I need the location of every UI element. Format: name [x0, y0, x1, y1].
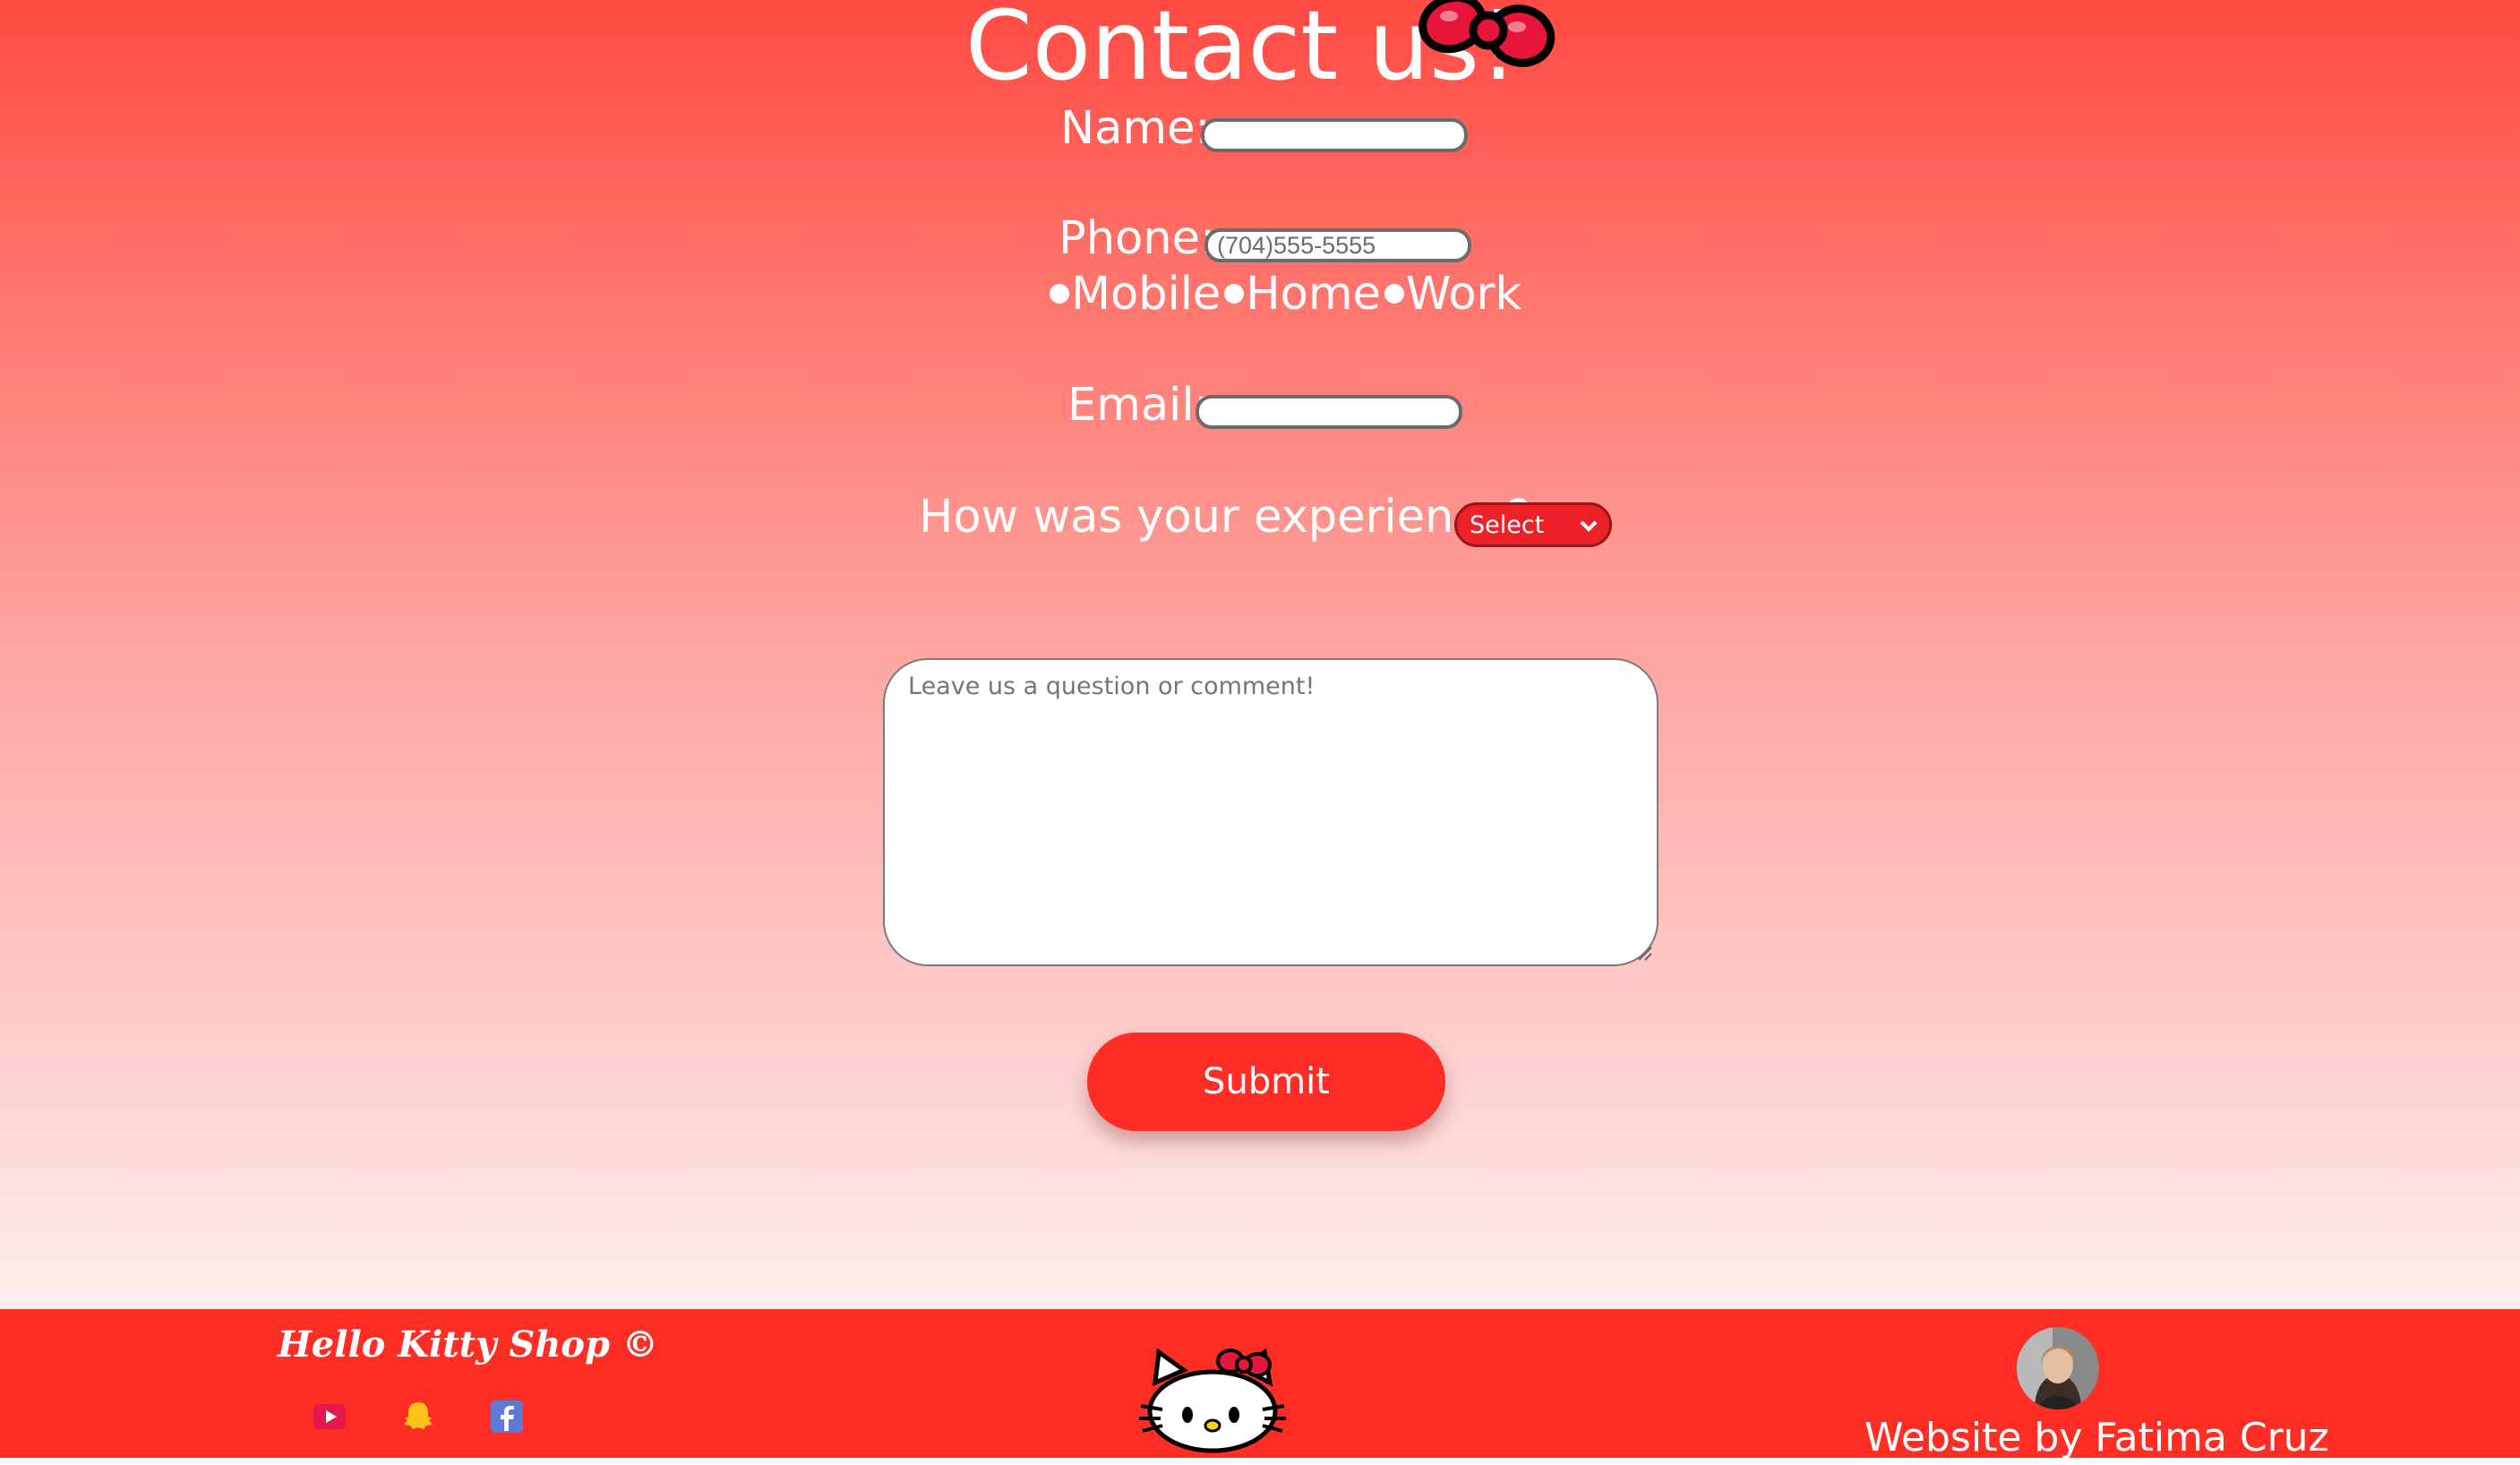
radio-work-label: Work [1405, 267, 1522, 321]
resize-handle-icon[interactable] [1637, 946, 1653, 962]
phone-label: Phone: [1059, 212, 1216, 265]
email-input[interactable] [1196, 395, 1462, 429]
comment-textarea[interactable] [883, 658, 1659, 966]
experience-select-value: Select [1470, 510, 1545, 539]
facebook-icon[interactable] [489, 1399, 525, 1435]
phone-input[interactable] [1204, 228, 1471, 262]
radio-home[interactable] [1224, 284, 1245, 304]
name-label: Name: [1060, 102, 1211, 155]
chevron-down-icon [1580, 520, 1598, 532]
snapchat-icon[interactable] [400, 1399, 436, 1435]
submit-button[interactable]: Submit [1087, 1032, 1445, 1131]
avatar [2017, 1327, 2099, 1409]
email-label: Email: [1067, 379, 1210, 432]
radio-home-label: Home [1246, 267, 1381, 321]
name-input[interactable] [1201, 118, 1468, 152]
phone-type-group: Mobile Home Work [1046, 265, 1521, 322]
radio-mobile-label: Mobile [1071, 267, 1221, 321]
youtube-icon[interactable] [312, 1399, 347, 1435]
hello-kitty-logo [1139, 1348, 1286, 1453]
bow-icon [1419, 0, 1556, 67]
shop-name: Hello Kitty Shop © [278, 1324, 658, 1366]
site-credit: Website by Fatima Cruz [1864, 1415, 2329, 1461]
radio-mobile[interactable] [1050, 284, 1069, 304]
radio-work[interactable] [1384, 284, 1404, 304]
experience-label: How was your experience? [919, 491, 1531, 544]
contact-section: Contact us! Name: Phone: Mobile Home Wor… [0, 0, 2520, 1309]
experience-select[interactable]: Select [1454, 502, 1612, 547]
